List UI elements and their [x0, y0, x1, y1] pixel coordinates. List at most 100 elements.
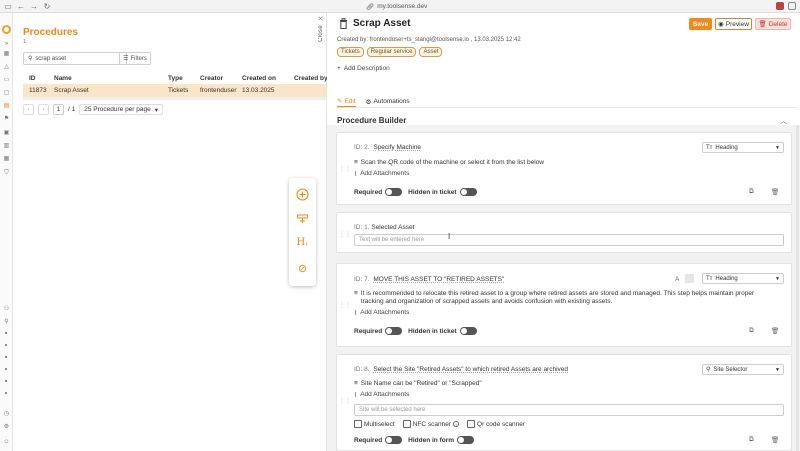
- col-header-id[interactable]: ID: [29, 75, 36, 82]
- step-type-select[interactable]: Tт Heading ▼: [702, 142, 784, 153]
- add-description-button[interactable]: + Add Description: [337, 65, 390, 72]
- paperclip-icon[interactable]: ⊘: [296, 262, 309, 275]
- nfc-scanner-checkbox[interactable]: NFC scanner i: [402, 420, 460, 428]
- tab-edit[interactable]: ✎ Edit: [337, 96, 356, 107]
- nav-dot[interactable]: [5, 380, 7, 382]
- col-header-creator[interactable]: Creator: [200, 75, 223, 82]
- add-circle-icon[interactable]: [296, 188, 309, 201]
- info-icon[interactable]: i: [453, 421, 460, 427]
- trash-icon[interactable]: 🗑︎: [771, 188, 779, 196]
- site-answer-field[interactable]: Site will be selected here: [354, 404, 784, 416]
- delete-button[interactable]: 🗑︎ Delete: [755, 18, 791, 30]
- window-icon[interactable]: [788, 2, 796, 10]
- user-add-icon[interactable]: ⚲: [3, 319, 10, 325]
- camera-icon[interactable]: ▣: [3, 130, 10, 136]
- color-swatch[interactable]: [685, 274, 694, 283]
- preview-button[interactable]: ◉ Preview: [715, 18, 752, 30]
- col-header-created-on[interactable]: Created on: [242, 75, 276, 82]
- search-input[interactable]: ⚲ scrap asset: [23, 52, 127, 65]
- add-style-icon[interactable]: A: [675, 276, 682, 283]
- col-header-name[interactable]: Name: [54, 75, 72, 82]
- filters-button[interactable]: ☰ Filters: [119, 52, 151, 65]
- procedures-icon[interactable]: ▤: [3, 103, 10, 109]
- copy-icon[interactable]: ⧉: [749, 436, 756, 443]
- calendar-icon[interactable]: ▦: [3, 156, 10, 162]
- add-attachments-button[interactable]: ⌇ Add Attachments: [354, 170, 409, 178]
- close-panel-button[interactable]: ✕ Close: [314, 13, 327, 48]
- page-number-input[interactable]: 1: [53, 104, 64, 115]
- required-toggle[interactable]: [385, 436, 403, 444]
- copy-icon[interactable]: ⧉: [749, 188, 756, 195]
- back-icon[interactable]: ←: [16, 1, 26, 11]
- next-page-button[interactable]: ›: [38, 104, 49, 115]
- warning-icon[interactable]: △: [3, 64, 10, 70]
- nav-dot[interactable]: [5, 392, 7, 394]
- step-instruction[interactable]: Site Name can be "Retired" or "Scrapped": [361, 380, 482, 388]
- step-card[interactable]: ⋮⋮ ID: 1. Selected Asset Text will be en…: [336, 212, 792, 253]
- prev-page-button[interactable]: ‹: [23, 104, 34, 115]
- chart-icon[interactable]: ▥: [3, 143, 10, 149]
- add-attachments-button[interactable]: ⌇ Add Attachments: [354, 391, 409, 399]
- settings-icon[interactable]: ⚙: [3, 424, 10, 430]
- trash-icon[interactable]: 🗑︎: [771, 436, 779, 444]
- profile-icon[interactable]: ☺: [3, 439, 10, 445]
- step-title[interactable]: Select the Site "Retired Assets" to whic…: [373, 366, 568, 373]
- vertical-scrollbar[interactable]: [796, 125, 799, 451]
- grid-icon[interactable]: ▦: [3, 51, 10, 57]
- app-logo-icon[interactable]: [2, 25, 11, 34]
- tag-asset[interactable]: Asset: [419, 47, 443, 57]
- box-icon[interactable]: ▭: [3, 77, 10, 83]
- expand-icon[interactable]: »: [3, 41, 10, 47]
- required-toggle[interactable]: [385, 327, 403, 335]
- drag-handle-icon[interactable]: ⋮⋮: [339, 397, 351, 404]
- col-header-created-by[interactable]: Created by: [294, 75, 328, 82]
- drag-handle-icon[interactable]: ⋮⋮: [339, 165, 351, 172]
- add-attachments-button[interactable]: ⌇ Add Attachments: [354, 309, 409, 317]
- step-card[interactable]: ⋮⋮ ID: 2. Specify Machine Tт Heading ▼ ≡…: [336, 132, 792, 205]
- nav-dot[interactable]: [5, 356, 7, 358]
- tag-tickets[interactable]: Tickets: [337, 47, 364, 57]
- step-type-select[interactable]: ⚲ Site Selector ▼: [702, 364, 784, 375]
- trash-icon[interactable]: 🗑︎: [771, 327, 779, 335]
- copy-icon[interactable]: ⧉: [749, 327, 756, 334]
- qr-scanner-checkbox[interactable]: Qr code scanner: [467, 420, 525, 428]
- hidden-toggle[interactable]: [457, 436, 475, 444]
- drag-handle-icon[interactable]: ⋮⋮: [339, 302, 351, 309]
- step-card[interactable]: ⋮⋮ ID: 8. Select the Site "Retired Asset…: [336, 354, 792, 451]
- hidden-toggle[interactable]: [459, 327, 477, 335]
- hidden-toggle[interactable]: [459, 188, 477, 196]
- step-card[interactable]: ⋮⋮ ID: 7. MOVE THIS ASSET TO "RETIRED AS…: [336, 263, 792, 347]
- address-bar[interactable]: 🔗︎ my.toolsense.dev: [366, 2, 427, 11]
- step-title[interactable]: Selected Asset: [371, 224, 414, 231]
- section-divider-icon[interactable]: [296, 212, 309, 225]
- shield-icon[interactable]: ⛉: [3, 170, 10, 176]
- tab-automations[interactable]: ⚙ Automations: [366, 96, 410, 107]
- clock-icon[interactable]: ◷: [3, 411, 10, 417]
- horizontal-scrollbar[interactable]: [23, 97, 327, 100]
- step-title[interactable]: Specify Machine: [373, 144, 421, 151]
- heading-icon[interactable]: H1: [296, 236, 309, 249]
- flag-icon[interactable]: ⚑: [3, 116, 10, 122]
- per-page-select[interactable]: 25 Procedure per page ▾: [79, 104, 163, 115]
- drag-handle-icon[interactable]: ⋮⋮: [339, 231, 351, 238]
- table-row[interactable]: 11873 Scrap Asset Tickets frontenduser 1…: [23, 84, 327, 97]
- extension-icon[interactable]: [776, 2, 784, 10]
- step-instruction[interactable]: It is recommended to relocate this retir…: [361, 290, 774, 305]
- forward-icon[interactable]: →: [29, 1, 39, 11]
- multiselect-checkbox[interactable]: Multiselect: [354, 420, 395, 428]
- sidebar-toggle-icon[interactable]: ▭: [3, 1, 13, 11]
- tag-regular-service[interactable]: Regular service: [366, 47, 417, 57]
- step-type-select[interactable]: Tт Heading ▼: [702, 273, 784, 284]
- required-toggle[interactable]: [385, 188, 403, 196]
- lock-icon[interactable]: ▢: [3, 90, 10, 96]
- users-icon[interactable]: ⚇: [3, 306, 10, 312]
- chevron-up-icon[interactable]: ︿: [780, 116, 790, 125]
- step-title[interactable]: MOVE THIS ASSET TO "RETIRED ASSETS": [373, 276, 504, 283]
- nav-dot[interactable]: [5, 332, 7, 334]
- col-header-type[interactable]: Type: [168, 75, 183, 82]
- nav-dot[interactable]: [5, 344, 7, 346]
- reload-icon[interactable]: ↻: [42, 1, 52, 11]
- text-answer-field[interactable]: Text will be entered here: [354, 234, 784, 246]
- step-instruction[interactable]: Scan the QR code of the machine or selec…: [361, 159, 544, 167]
- save-button[interactable]: Save: [689, 18, 712, 30]
